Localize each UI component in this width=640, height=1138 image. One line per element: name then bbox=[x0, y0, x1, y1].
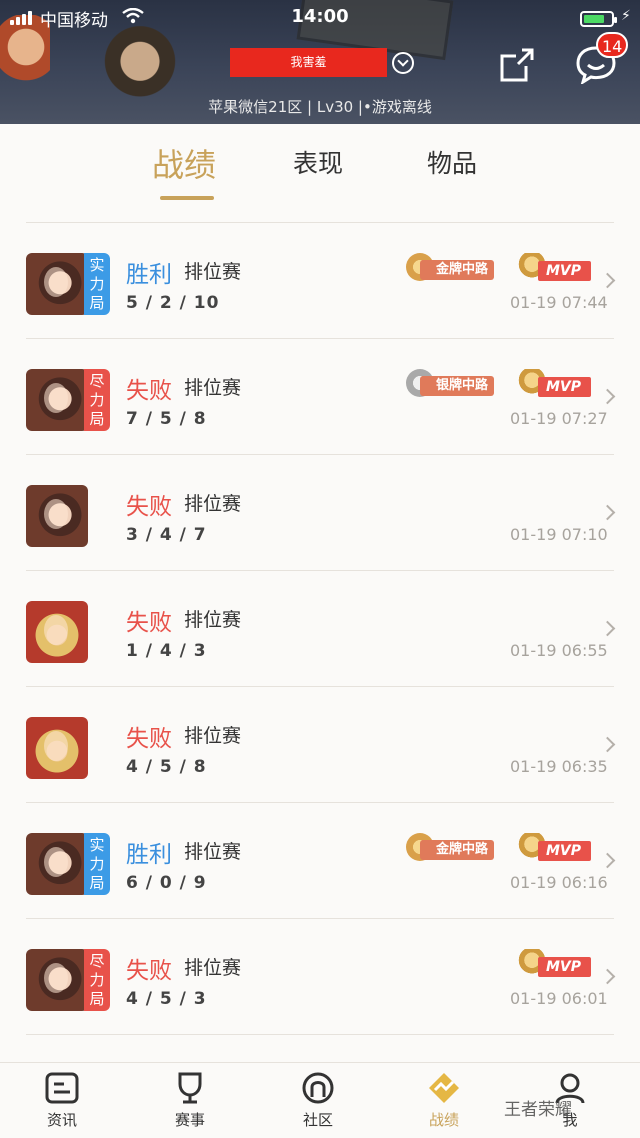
mvp-label: MVP bbox=[538, 957, 592, 977]
chevron-right-icon bbox=[599, 968, 616, 985]
match-row[interactable]: 失败 排位赛 1 / 4 / 3 01-19 06:55 bbox=[26, 571, 616, 687]
match-time: 01-19 06:35 bbox=[510, 757, 608, 776]
match-kda: 4 / 5 / 3 bbox=[126, 989, 207, 1009]
mvp-badge: MVP bbox=[518, 949, 592, 979]
chevron-right-icon bbox=[599, 272, 616, 289]
match-tag: 尽力局 bbox=[84, 949, 110, 1011]
tab-indicator bbox=[160, 196, 214, 200]
mvp-label: MVP bbox=[538, 261, 592, 281]
match-time: 01-19 07:10 bbox=[510, 525, 608, 544]
status-bar: 中国移动 14:00 ⚡ bbox=[0, 4, 640, 31]
match-mode: 排位赛 bbox=[184, 957, 242, 979]
mvp-badge: MVP bbox=[518, 369, 592, 399]
match-result: 失败 bbox=[126, 494, 172, 520]
hero-avatar bbox=[26, 253, 88, 315]
charging-icon: ⚡ bbox=[621, 8, 631, 24]
match-kda: 6 / 0 / 9 bbox=[126, 873, 207, 893]
mvp-label: MVP bbox=[538, 841, 592, 861]
tab-items[interactable]: 物品 bbox=[427, 144, 477, 180]
nav-label: 社区 bbox=[302, 1111, 333, 1129]
match-time: 01-19 07:44 bbox=[510, 293, 608, 312]
hero-avatar bbox=[26, 833, 88, 895]
match-mode: 排位赛 bbox=[184, 725, 242, 747]
hero-avatar bbox=[26, 717, 88, 779]
player-name: 我害羞 bbox=[230, 48, 387, 77]
match-row[interactable]: 失败 排位赛 3 / 4 / 7 01-19 07:10 bbox=[26, 455, 616, 571]
nav-label: 赛事 bbox=[174, 1111, 205, 1129]
app-root: 中国移动 14:00 ⚡ 我害羞 14 苹果微信21区 | Lv30 |•游戏离… bbox=[0, 0, 640, 1138]
hero-avatar bbox=[26, 949, 88, 1011]
tab-bar: 战绩 表现 物品 bbox=[0, 124, 640, 204]
hero-avatar bbox=[26, 601, 88, 663]
match-result: 失败 bbox=[126, 726, 172, 752]
match-result: 失败 bbox=[126, 378, 172, 404]
nav-item-events[interactable]: 赛事 bbox=[150, 1071, 230, 1130]
chevron-right-icon bbox=[599, 736, 616, 753]
match-kda: 1 / 4 / 3 bbox=[126, 641, 207, 661]
match-kda: 5 / 2 / 10 bbox=[126, 293, 220, 313]
medal-label: 金牌中路 bbox=[420, 840, 495, 860]
match-mode: 排位赛 bbox=[184, 841, 242, 863]
profile-banner: 中国移动 14:00 ⚡ 我害羞 14 苹果微信21区 | Lv30 |•游戏离… bbox=[0, 0, 640, 124]
chevron-right-icon bbox=[599, 388, 616, 405]
match-tag: 尽力局 bbox=[84, 369, 110, 431]
match-row[interactable]: 尽力局失败 排位赛 4 / 5 / 3 01-19 06:01 MVP bbox=[26, 919, 616, 1035]
match-row[interactable]: 实力局胜利 排位赛 5 / 2 / 10 01-19 07:44 金牌中路 MVP bbox=[26, 223, 616, 339]
match-row[interactable]: 实力局胜利 排位赛 6 / 0 / 9 01-19 06:16 金牌中路 MVP bbox=[26, 803, 616, 919]
share-icon[interactable] bbox=[498, 46, 536, 84]
match-time: 01-19 07:27 bbox=[510, 409, 608, 428]
tab-record[interactable]: 战绩 bbox=[152, 140, 216, 186]
match-kda: 3 / 4 / 7 bbox=[126, 525, 207, 545]
match-kda: 7 / 5 / 8 bbox=[126, 409, 207, 429]
battery-fill bbox=[584, 15, 604, 23]
match-result: 失败 bbox=[126, 958, 172, 984]
hero-avatar bbox=[26, 369, 88, 431]
match-time: 01-19 06:01 bbox=[510, 989, 608, 1008]
match-time: 01-19 06:16 bbox=[510, 873, 608, 892]
match-time: 01-19 06:55 bbox=[510, 641, 608, 660]
chevron-right-icon bbox=[599, 852, 616, 869]
match-result: 胜利 bbox=[126, 262, 172, 288]
account-info: 苹果微信21区 | Lv30 |•游戏离线 bbox=[208, 98, 432, 116]
match-mode: 排位赛 bbox=[184, 261, 242, 283]
match-result: 失败 bbox=[126, 610, 172, 636]
nav-label: 战绩 bbox=[428, 1111, 459, 1129]
match-kda: 4 / 5 / 8 bbox=[126, 757, 207, 777]
message-badge: 14 bbox=[596, 32, 629, 58]
news-icon bbox=[45, 1072, 79, 1104]
mvp-badge: MVP bbox=[518, 253, 592, 283]
trophy-icon bbox=[178, 1072, 202, 1104]
nav-item-news[interactable]: 资讯 bbox=[22, 1071, 102, 1130]
match-tag: 实力局 bbox=[84, 253, 110, 315]
nav-item-stats[interactable]: 战绩 bbox=[404, 1071, 484, 1130]
nav-item-community[interactable]: 社区 bbox=[278, 1071, 358, 1130]
watermark: 王者荣耀 bbox=[504, 1100, 572, 1120]
chevron-right-icon bbox=[599, 620, 616, 637]
mvp-badge: MVP bbox=[518, 833, 592, 863]
nav-label: 资讯 bbox=[46, 1111, 77, 1129]
match-mode: 排位赛 bbox=[184, 609, 242, 631]
medal-label: 金牌中路 bbox=[420, 260, 495, 280]
community-icon bbox=[302, 1072, 334, 1104]
match-mode: 排位赛 bbox=[184, 377, 242, 399]
match-row[interactable]: 尽力局失败 排位赛 7 / 5 / 8 01-19 07:27 银牌中路 MVP bbox=[26, 339, 616, 455]
tab-performance[interactable]: 表现 bbox=[293, 144, 343, 180]
hero-avatar bbox=[26, 485, 88, 547]
match-mode: 排位赛 bbox=[184, 493, 242, 515]
match-result: 胜利 bbox=[126, 842, 172, 868]
chevron-right-icon bbox=[599, 504, 616, 521]
medal-label: 银牌中路 bbox=[420, 376, 495, 396]
match-row[interactable]: 失败 排位赛 4 / 5 / 8 01-19 06:35 bbox=[26, 687, 616, 803]
stats-icon bbox=[429, 1073, 459, 1103]
clock: 14:00 bbox=[291, 6, 349, 27]
match-list: 实力局胜利 排位赛 5 / 2 / 10 01-19 07:44 金牌中路 MVP 尽力… bbox=[0, 223, 640, 1035]
battery-icon bbox=[580, 11, 617, 27]
mvp-label: MVP bbox=[538, 377, 592, 397]
chevron-down-icon[interactable] bbox=[392, 52, 414, 74]
match-tag: 实力局 bbox=[84, 833, 110, 895]
